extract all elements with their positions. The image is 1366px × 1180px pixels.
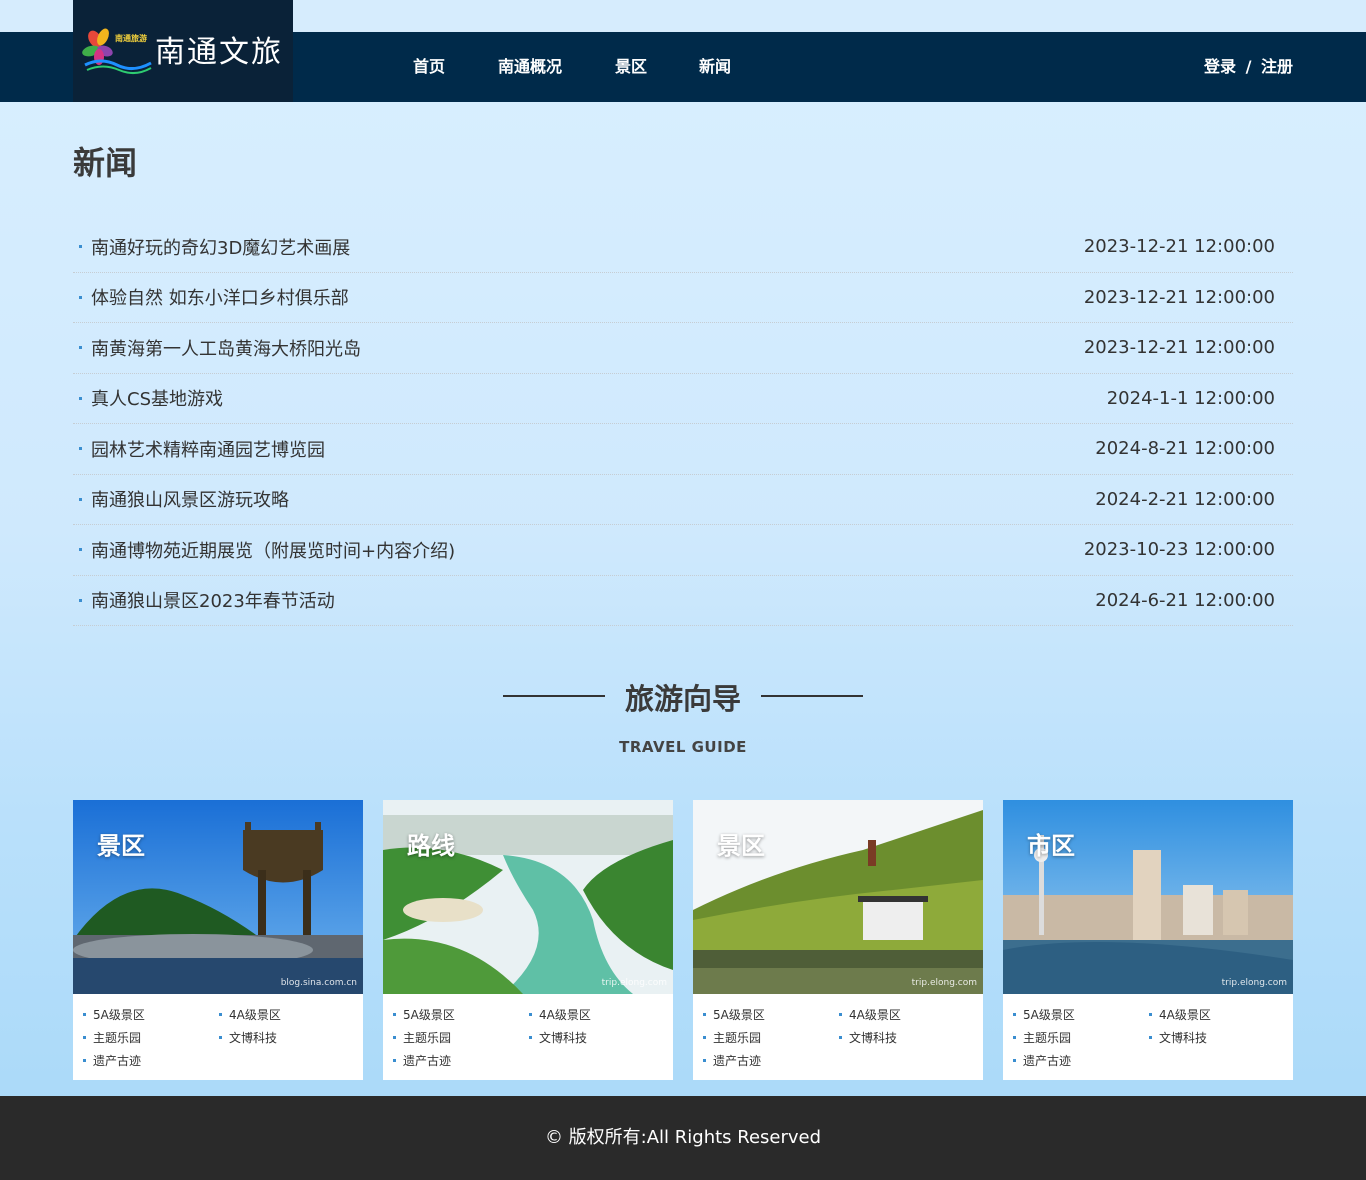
auth-divider: / [1245, 57, 1252, 76]
photo-watermark: trip.elong.com [911, 978, 977, 988]
nav-overview[interactable]: 南通概况 [498, 32, 562, 102]
link-heritage[interactable]: 遗产古迹 [703, 1052, 839, 1069]
news-title: 南通博物苑近期展览（附展览时间+内容介绍) [91, 540, 456, 562]
guide-subtitle: TRAVEL GUIDE [619, 738, 747, 756]
photo-watermark: trip.elong.com [1221, 978, 1287, 988]
auth-links: 登录 / 注册 [1204, 32, 1293, 102]
footer: © 版权所有:All Rights Reserved [0, 1096, 1366, 1180]
link-heritage[interactable]: 遗产古迹 [393, 1052, 529, 1069]
heading-rule-right [761, 695, 863, 697]
news-title: 南通狼山景区2023年春节活动 [91, 591, 335, 613]
news-date: 2024-2-21 12:00:00 [1095, 488, 1275, 510]
link-5a[interactable]: 5A级景区 [1013, 1006, 1149, 1023]
register-link[interactable]: 注册 [1261, 57, 1293, 76]
link-4a[interactable]: 4A级景区 [529, 1006, 665, 1023]
bullet-icon [79, 598, 82, 602]
news-date: 2023-10-23 12:00:00 [1083, 539, 1275, 561]
link-museum-tech[interactable]: 文博科技 [219, 1029, 355, 1046]
copyright-text: © 版权所有:All Rights Reserved [544, 1127, 822, 1148]
link-theme-park[interactable]: 主题乐园 [1013, 1029, 1149, 1046]
link-4a[interactable]: 4A级景区 [219, 1006, 355, 1023]
news-date: 2023-12-21 12:00:00 [1083, 236, 1275, 258]
link-theme-park[interactable]: 主题乐园 [393, 1029, 529, 1046]
flower-logo-icon: 南通旅游 [81, 27, 153, 75]
logo-small-text: 南通旅游 [115, 34, 147, 43]
bullet-icon [79, 245, 82, 249]
bullet-icon [79, 497, 82, 501]
card-tag: 路线 [407, 832, 455, 860]
guide-title: 旅游向导 [624, 682, 741, 716]
bullet-icon [79, 346, 82, 350]
news-title: 真人CS基地游戏 [91, 389, 223, 411]
news-item[interactable]: 南通狼山景区2023年春节活动 2024-6-21 12:00:00 [73, 576, 1293, 626]
news-date: 2023-12-21 12:00:00 [1083, 337, 1275, 359]
news-title: 体验自然 如东小洋口乡村俱乐部 [91, 288, 349, 310]
news-item[interactable]: 体验自然 如东小洋口乡村俱乐部 2023-12-21 12:00:00 [73, 273, 1293, 323]
link-5a[interactable]: 5A级景区 [703, 1006, 839, 1023]
news-item[interactable]: 南通好玩的奇幻3D魔幻艺术画展 2023-12-21 12:00:00 [73, 222, 1293, 273]
link-museum-tech[interactable]: 文博科技 [839, 1029, 975, 1046]
news-date: 2024-8-21 12:00:00 [1095, 438, 1275, 460]
heading-rule-left [503, 695, 605, 697]
scenic-photo: 景区 blog.sina.com.cn [73, 800, 363, 994]
news-title: 园林艺术精粹南通园艺博览园 [91, 439, 325, 461]
guide-card-route[interactable]: 路线 trip.elong.com 5A级景区 4A级景区 主题乐园 文博科技 … [383, 800, 673, 1080]
card-tag: 市区 [1027, 832, 1075, 860]
news-title: 南黄海第一人工岛黄海大桥阳光岛 [91, 338, 361, 360]
bullet-icon [79, 447, 82, 451]
link-theme-park[interactable]: 主题乐园 [703, 1029, 839, 1046]
hill-pagoda-photo: 景区 trip.elong.com [693, 800, 983, 994]
site-logo[interactable]: 南通旅游 南通文旅 [73, 0, 293, 102]
news-date: 2024-6-21 12:00:00 [1095, 589, 1275, 611]
news-item[interactable]: 南通狼山风景区游玩攻略 2024-2-21 12:00:00 [73, 475, 1293, 525]
photo-watermark: blog.sina.com.cn [280, 978, 357, 988]
news-item[interactable]: 真人CS基地游戏 2024-1-1 12:00:00 [73, 374, 1293, 424]
brand-name: 南通文旅 [155, 35, 283, 70]
link-5a[interactable]: 5A级景区 [393, 1006, 529, 1023]
bullet-icon [79, 295, 82, 299]
card-links: 5A级景区 4A级景区 主题乐园 文博科技 遗产古迹 [693, 994, 983, 1069]
guide-card-city[interactable]: 市区 trip.elong.com 5A级景区 4A级景区 主题乐园 文博科技 … [1003, 800, 1293, 1080]
nav-news[interactable]: 新闻 [699, 32, 731, 102]
news-title: 南通好玩的奇幻3D魔幻艺术画展 [91, 237, 351, 259]
news-date: 2023-12-21 12:00:00 [1083, 286, 1275, 308]
page-title: 新闻 [73, 144, 138, 182]
city-photo: 市区 trip.elong.com [1003, 800, 1293, 994]
link-museum-tech[interactable]: 文博科技 [1149, 1029, 1285, 1046]
news-date: 2024-1-1 12:00:00 [1106, 387, 1275, 409]
link-museum-tech[interactable]: 文博科技 [529, 1029, 665, 1046]
card-links: 5A级景区 4A级景区 主题乐园 文博科技 遗产古迹 [73, 994, 363, 1069]
link-theme-park[interactable]: 主题乐园 [83, 1029, 219, 1046]
link-heritage[interactable]: 遗产古迹 [83, 1052, 219, 1069]
news-list: 南通好玩的奇幻3D魔幻艺术画展 2023-12-21 12:00:00 体验自然… [73, 222, 1293, 626]
guide-card-scenic[interactable]: 景区 blog.sina.com.cn 5A级景区 4A级景区 主题乐园 文博科… [73, 800, 363, 1080]
link-heritage[interactable]: 遗产古迹 [1013, 1052, 1149, 1069]
link-4a[interactable]: 4A级景区 [1149, 1006, 1285, 1023]
guide-card-scenic-2[interactable]: 景区 trip.elong.com 5A级景区 4A级景区 主题乐园 文博科技 … [693, 800, 983, 1080]
news-item[interactable]: 南通博物苑近期展览（附展览时间+内容介绍) 2023-10-23 12:00:0… [73, 525, 1293, 576]
bullet-icon [79, 396, 82, 400]
nav-scenic[interactable]: 景区 [615, 32, 647, 102]
link-4a[interactable]: 4A级景区 [839, 1006, 975, 1023]
news-title: 南通狼山风景区游玩攻略 [91, 490, 289, 512]
travel-guide-header: 旅游向导 TRAVEL GUIDE [0, 676, 1366, 756]
news-item[interactable]: 园林艺术精粹南通园艺博览园 2024-8-21 12:00:00 [73, 424, 1293, 475]
link-5a[interactable]: 5A级景区 [83, 1006, 219, 1023]
card-tag: 景区 [97, 832, 145, 860]
news-item[interactable]: 南黄海第一人工岛黄海大桥阳光岛 2023-12-21 12:00:00 [73, 323, 1293, 374]
route-photo: 路线 trip.elong.com [383, 800, 673, 994]
bullet-icon [79, 548, 82, 552]
card-links: 5A级景区 4A级景区 主题乐园 文博科技 遗产古迹 [383, 994, 673, 1069]
nav-home[interactable]: 首页 [413, 32, 445, 102]
card-links: 5A级景区 4A级景区 主题乐园 文博科技 遗产古迹 [1003, 994, 1293, 1069]
photo-watermark: trip.elong.com [601, 978, 667, 988]
login-link[interactable]: 登录 [1204, 57, 1236, 76]
card-tag: 景区 [717, 832, 765, 860]
